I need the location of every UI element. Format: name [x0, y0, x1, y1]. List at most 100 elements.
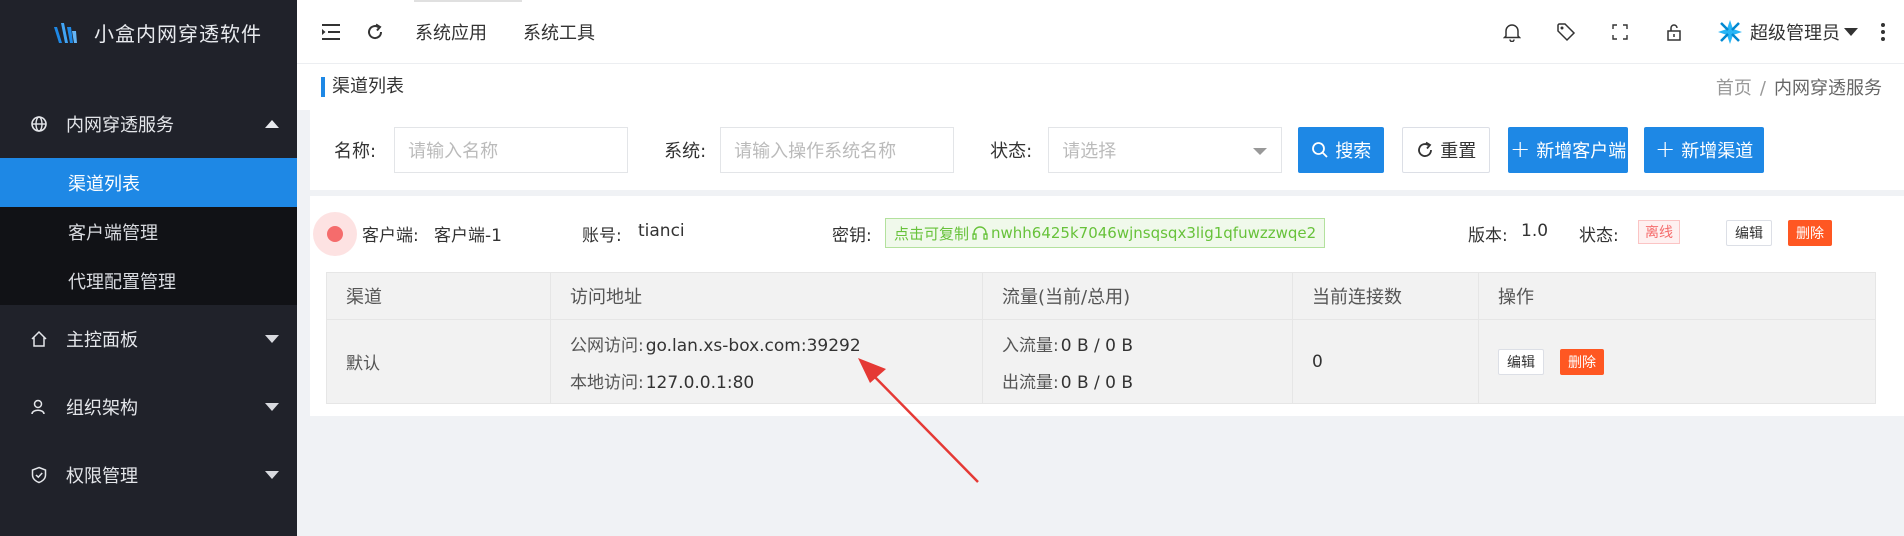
- page-title: 渠道列表: [321, 77, 404, 97]
- user-menu[interactable]: 超级管理员: [1716, 18, 1858, 46]
- annotation-arrow-icon: [858, 358, 979, 483]
- status-placeholder: 请选择: [1062, 141, 1117, 162]
- inbound-value: 0 B / 0 B: [1060, 335, 1134, 356]
- tab-indicator: [414, 0, 522, 2]
- bell-icon[interactable]: [1500, 20, 1524, 44]
- globe-icon: [28, 113, 50, 135]
- connections-cell: 0: [1293, 320, 1479, 403]
- version-label: 版本:: [1468, 226, 1508, 246]
- row-delete-button[interactable]: 删除: [1560, 348, 1604, 375]
- client-label: 客户端:: [362, 226, 419, 246]
- add-channel-button[interactable]: + 新增渠道: [1644, 127, 1765, 173]
- column-header: 流量(当前/总用): [983, 273, 1293, 319]
- nav-system-apps[interactable]: 系统应用: [415, 19, 487, 45]
- secret-key: nwhh6425k7046wjnsqsqx3lig1qfuwzzwqe2: [991, 224, 1317, 242]
- outbound-value: 0 B / 0 B: [1060, 372, 1134, 393]
- system-placeholder: 请输入操作系统名称: [734, 141, 897, 162]
- top-bar-right: 超级管理员: [1500, 0, 1904, 64]
- public-address: 公网访问: go.lan.xs-box.com:39292: [570, 331, 861, 356]
- tag-icon[interactable]: [1554, 20, 1578, 44]
- secret-key-copy[interactable]: 点击可复制 nwhh6425k7046wjnsqsqx3lig1qfuwzzwq…: [885, 218, 1326, 248]
- add-channel-button-label: 新增渠道: [1681, 141, 1754, 162]
- sidebar-item-proxy-config[interactable]: 代理配置管理: [0, 256, 297, 305]
- copy-hint: 点击可复制: [894, 224, 970, 243]
- plus-icon: +: [1510, 135, 1531, 163]
- reset-button[interactable]: 重置: [1402, 127, 1491, 173]
- key-label: 密钥:: [832, 226, 872, 246]
- breadcrumb-current: 内网穿透服务: [1774, 78, 1882, 99]
- outbound-label: 出流量:: [1002, 372, 1059, 393]
- sidebar-item-organization[interactable]: 组织架构: [0, 373, 297, 441]
- status-select[interactable]: 请选择: [1048, 127, 1283, 173]
- system-input[interactable]: 请输入操作系统名称: [720, 127, 955, 173]
- chevron-down-icon: [265, 403, 279, 411]
- sidebar-item-label: 主控面板: [66, 330, 138, 351]
- add-client-button[interactable]: + 新增客户端: [1508, 127, 1629, 173]
- system-label: 系统:: [664, 141, 707, 162]
- name-placeholder: 请输入名称: [408, 141, 499, 162]
- traffic-cell: 入流量: 0 B / 0 B 出流量: 0 B / 0 B: [983, 320, 1293, 403]
- avatar: [1718, 20, 1742, 44]
- plus-icon: +: [1655, 135, 1676, 163]
- breadcrumb-home[interactable]: 首页: [1716, 78, 1752, 99]
- client-delete-button[interactable]: 删除: [1788, 220, 1832, 246]
- sidebar: 小盒内网穿透软件 内网穿透服务 渠道列表 客户端管理 代理配置管理 主控面板 组…: [0, 0, 297, 536]
- breadcrumb: 首页 / 内网穿透服务: [1716, 74, 1882, 100]
- client-card: 客户端: 客户端-1 账号: tianci 密钥: 点击可复制 nwhh6425…: [310, 196, 1904, 416]
- users-icon: [28, 396, 50, 418]
- sidebar-item-dashboard[interactable]: 主控面板: [0, 305, 297, 373]
- public-address-value: go.lan.xs-box.com:39292: [645, 335, 861, 356]
- sidebar-item-label: 内网穿透服务: [66, 115, 174, 136]
- account-label: 账号:: [582, 226, 622, 246]
- chevron-down-icon: [1253, 148, 1268, 155]
- sidebar-item-label: 权限管理: [66, 466, 138, 487]
- app-logo-icon: [54, 23, 77, 43]
- reset-button-label: 重置: [1440, 141, 1477, 162]
- public-address-label: 公网访问:: [570, 335, 644, 356]
- sidebar-item-permissions[interactable]: 权限管理: [0, 441, 297, 509]
- search-button-label: 搜索: [1335, 141, 1372, 162]
- lock-icon[interactable]: [1662, 20, 1686, 44]
- sidebar-item-label: 组织架构: [66, 398, 138, 419]
- breadcrumb-separator: /: [1759, 78, 1766, 99]
- more-vertical-icon[interactable]: [1880, 23, 1886, 41]
- nav-system-tools[interactable]: 系统工具: [523, 19, 595, 45]
- menu-collapse-icon[interactable]: [319, 20, 343, 44]
- home-icon: [28, 328, 50, 350]
- client-name: 客户端-1: [434, 226, 502, 246]
- local-address-value: 127.0.0.1:80: [645, 372, 755, 393]
- fullscreen-icon[interactable]: [1608, 20, 1632, 44]
- column-header: 操作: [1498, 287, 1534, 308]
- channel-cell: 默认: [327, 320, 551, 403]
- top-bar: 系统应用 系统工具 超级管理员: [297, 0, 1904, 64]
- row-edit-button[interactable]: 编辑: [1498, 348, 1544, 375]
- search-icon: [1311, 141, 1329, 159]
- sidebar-item-channel-list[interactable]: 渠道列表: [0, 158, 297, 207]
- version-value: 1.0: [1521, 221, 1549, 241]
- search-button[interactable]: 搜索: [1298, 127, 1385, 173]
- name-label: 名称:: [334, 141, 377, 162]
- column-header: 渠道: [327, 273, 551, 319]
- sidebar-item-client-management[interactable]: 客户端管理: [0, 207, 297, 256]
- channel-table: 渠道 访问地址 流量(当前/总用) 当前连接数 操作 默认 公网访问: go.la…: [326, 272, 1876, 404]
- name-input[interactable]: 请输入名称: [394, 127, 629, 173]
- add-client-button-label: 新增客户端: [1536, 141, 1627, 162]
- search-bar: 名称: 请输入名称 系统: 请输入操作系统名称 状态: 请选择 搜索 重置 + …: [310, 110, 1904, 190]
- refresh-icon[interactable]: [363, 20, 387, 44]
- local-address: 本地访问: 127.0.0.1:80: [570, 368, 754, 393]
- table-row: 默认 公网访问: go.lan.xs-box.com:39292 本地访问: 127…: [327, 319, 1875, 403]
- status-label: 状态:: [1579, 226, 1619, 246]
- client-edit-button[interactable]: 编辑: [1726, 220, 1772, 246]
- chevron-down-icon: [265, 335, 279, 343]
- actions-cell: 编辑 删除: [1479, 320, 1875, 403]
- table-header: 渠道 访问地址 流量(当前/总用) 当前连接数 操作: [327, 273, 1875, 319]
- chevron-down-icon: [265, 471, 279, 479]
- status-label: 状态:: [990, 141, 1033, 162]
- chevron-down-icon: [1844, 28, 1858, 36]
- inbound-label: 入流量:: [1002, 335, 1059, 356]
- status-indicator-icon: [313, 212, 357, 256]
- chevron-up-icon: [265, 120, 279, 128]
- inbound-traffic: 入流量: 0 B / 0 B: [1002, 331, 1133, 356]
- sidebar-menu: 内网穿透服务 渠道列表 客户端管理 代理配置管理 主控面板 组织架构 权限管理: [0, 90, 297, 509]
- sidebar-item-tunnel-service[interactable]: 内网穿透服务: [0, 90, 297, 158]
